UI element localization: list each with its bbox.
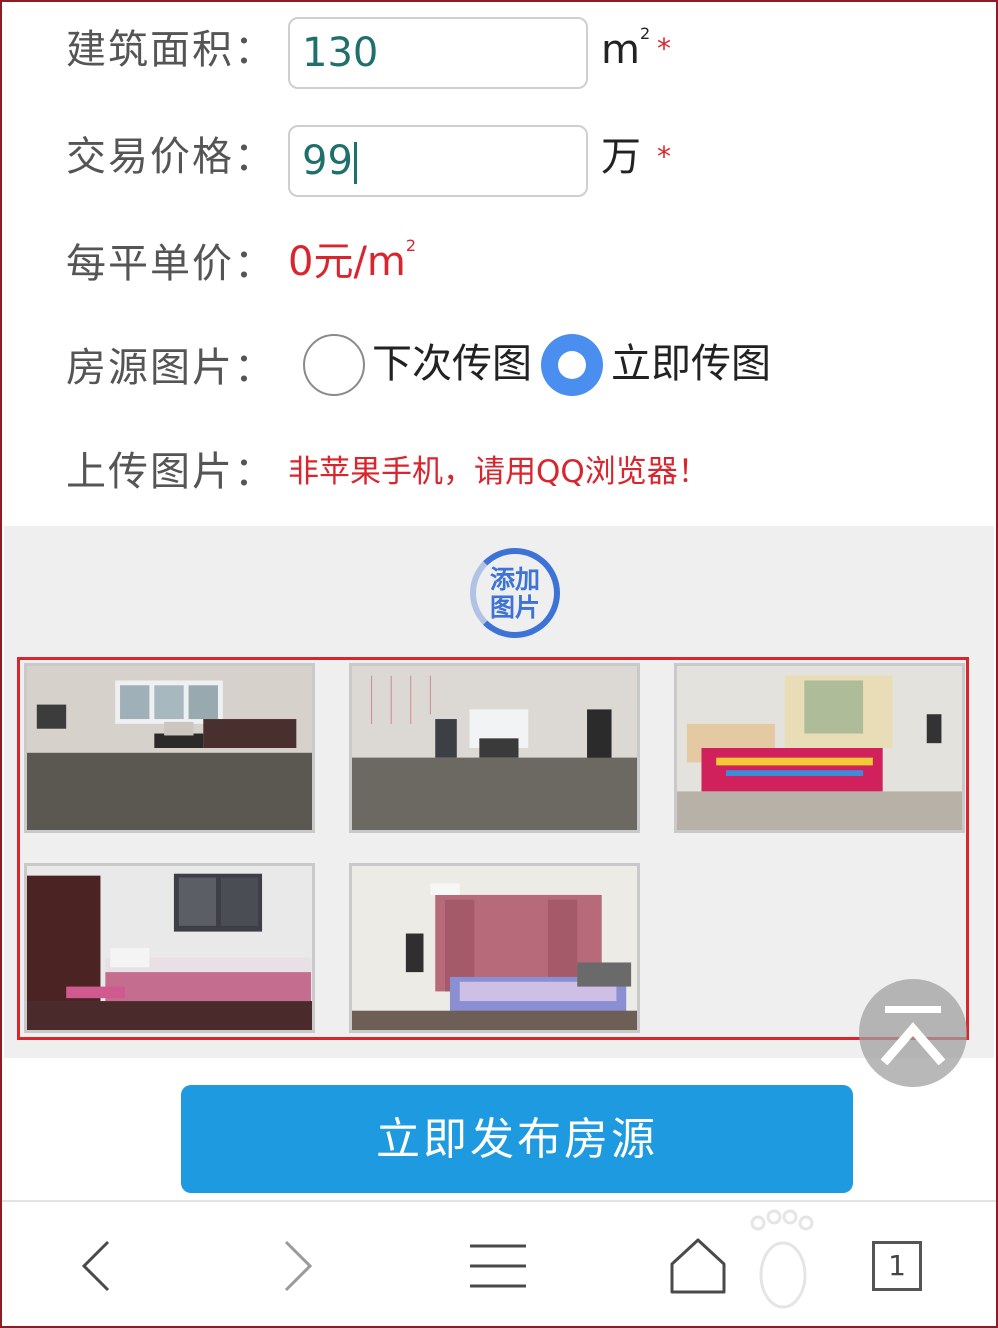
unit-price-value: 0元/m2 (288, 236, 417, 285)
publish-listing-button[interactable]: 立即发布房源 (181, 1085, 853, 1193)
bedroom-photo-1[interactable] (674, 663, 965, 833)
chevron-up-icon (880, 1022, 946, 1065)
add-photo-label-1: 添加 (489, 565, 540, 594)
price-input-value: 99 (302, 138, 353, 184)
area-label: 建筑面积： (66, 27, 276, 73)
price-input[interactable]: 99 (288, 125, 588, 197)
forward-icon[interactable] (268, 1236, 328, 1296)
upload-label: 上传图片： (66, 449, 276, 495)
text-caret (353, 142, 357, 184)
living-room-photo[interactable] (24, 663, 315, 833)
home-icon[interactable] (668, 1236, 728, 1296)
radio-upload-later[interactable] (303, 334, 365, 396)
radio-upload-later-label[interactable]: 下次传图 (372, 344, 532, 384)
bedroom-photo-3[interactable] (349, 863, 640, 1033)
price-label: 交易价格： (66, 134, 276, 180)
add-photo-button[interactable]: 添加 图片 (470, 548, 560, 638)
price-required-mark: * (657, 140, 671, 173)
bedroom-photo-2[interactable] (24, 863, 315, 1033)
photos-option-label: 房源图片： (66, 345, 276, 391)
unit-price-label: 每平单价： (66, 241, 276, 287)
upload-note: 非苹果手机，请用QQ浏览器！ (288, 454, 709, 490)
tabs-count-button[interactable]: 1 (872, 1241, 922, 1291)
area-unit: m2 (601, 24, 651, 73)
area-input-value: 130 (302, 30, 379, 76)
radio-upload-now[interactable] (541, 334, 603, 396)
area-input[interactable]: 130 (288, 17, 588, 89)
menu-icon[interactable] (468, 1236, 528, 1296)
footprint-watermark-icon (750, 1209, 814, 1309)
top-bar-icon (885, 1006, 941, 1013)
back-to-top-button[interactable] (859, 979, 967, 1087)
area-required-mark: * (657, 32, 671, 65)
add-photo-label-2: 图片 (489, 593, 540, 622)
price-unit: 万 (601, 134, 641, 180)
radio-upload-now-label[interactable]: 立即传图 (611, 344, 771, 384)
dining-area-photo[interactable] (349, 663, 640, 833)
back-icon[interactable] (66, 1236, 126, 1296)
